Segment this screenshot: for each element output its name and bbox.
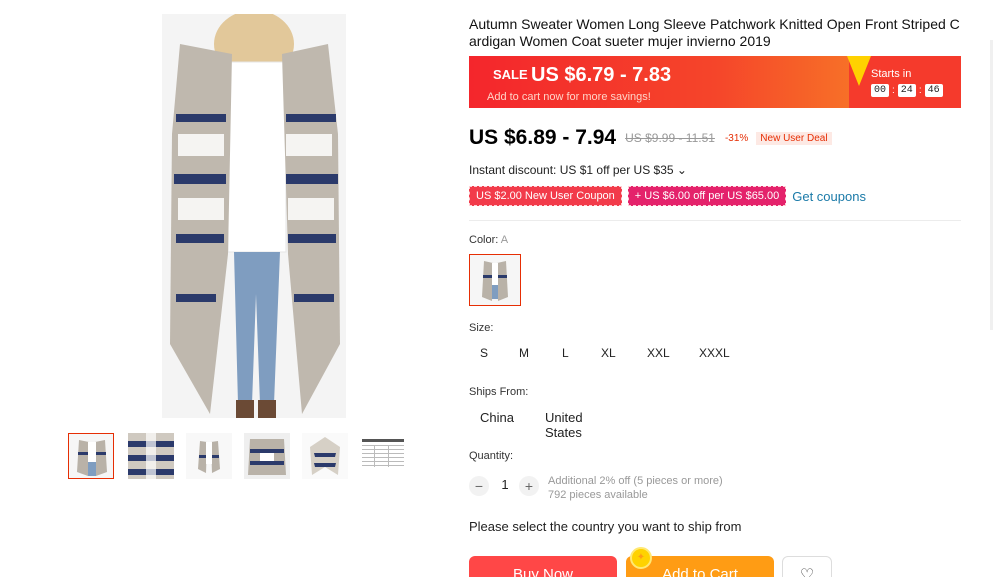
discount-percent: -31% xyxy=(724,132,749,144)
price-row: US $6.89 - 7.94 US $9.99 - 11.51 -31% Ne… xyxy=(469,124,832,152)
coin-badge-icon: ✦ xyxy=(630,547,652,569)
color-selected-value: A xyxy=(500,234,509,246)
size-option-xxl[interactable]: XXL xyxy=(647,346,670,360)
size-chart-thumb-icon xyxy=(360,433,406,479)
divider xyxy=(469,220,961,221)
countdown-timer: 00 : 24 : 46 xyxy=(871,84,943,97)
size-option-s[interactable]: S xyxy=(480,346,488,360)
get-coupons-link[interactable]: Get coupons xyxy=(792,189,866,204)
size-option-xxxl[interactable]: XXXL xyxy=(699,346,730,360)
size-option-m[interactable]: M xyxy=(519,346,529,360)
quantity-label: Quantity: xyxy=(469,450,514,462)
quantity-note: Additional 2% off (5 pieces or more) 792… xyxy=(548,474,723,502)
thumbnail[interactable] xyxy=(302,433,348,479)
original-price: US $9.99 - 11.51 xyxy=(625,131,715,145)
ships-from-united-states[interactable]: United States xyxy=(545,410,583,440)
timer-seconds: 46 xyxy=(924,84,943,97)
cardigan-model-photo-icon xyxy=(162,14,346,418)
color-label-text: Color: xyxy=(469,234,499,246)
product-page: Autumn Sweater Women Long Sleeve Patchwo… xyxy=(0,0,993,577)
quantity-increase-button[interactable]: + xyxy=(519,476,539,496)
cardigan-flat-thumb-icon xyxy=(302,433,348,479)
product-title: Autumn Sweater Women Long Sleeve Patchwo… xyxy=(469,16,960,49)
quantity-decrease-button[interactable]: − xyxy=(469,476,489,496)
size-option-l[interactable]: L xyxy=(562,346,569,360)
size-option-xl[interactable]: XL xyxy=(601,346,616,360)
main-product-image[interactable] xyxy=(162,14,346,418)
ships-from-china[interactable]: China xyxy=(480,410,514,425)
thumbnail[interactable] xyxy=(360,433,406,479)
store-coupon[interactable]: + US $6.00 off per US $65.00 xyxy=(627,186,787,206)
new-user-deal-badge: New User Deal xyxy=(756,131,832,145)
sale-label: SALE xyxy=(493,67,528,82)
sale-price: US $6.79 - 7.83 xyxy=(531,64,672,86)
cardigan-model-thumb-icon xyxy=(186,433,232,479)
buy-now-button[interactable]: Buy Now xyxy=(469,556,617,577)
sale-subtext: Add to cart now for more savings! xyxy=(487,91,651,103)
cardigan-front-thumb-icon xyxy=(69,434,113,478)
new-user-coupon[interactable]: US $2.00 New User Coupon xyxy=(469,186,622,206)
color-label: Color: A xyxy=(469,234,508,246)
thumbnail[interactable] xyxy=(128,433,174,479)
cardigan-detail-thumb-icon xyxy=(128,433,174,479)
timer-minutes: 24 xyxy=(897,84,916,97)
coupon-row: US $2.00 New User Coupon + US $6.00 off … xyxy=(469,186,866,206)
current-price: US $6.89 - 7.94 xyxy=(469,126,617,149)
size-label: Size: xyxy=(469,322,494,334)
color-option-a[interactable] xyxy=(469,254,521,306)
wishlist-button[interactable]: ♡ xyxy=(782,556,832,577)
sale-flag-icon xyxy=(847,56,871,86)
bulk-discount-note: Additional 2% off (5 pieces or more) xyxy=(548,475,723,487)
ship-country-message: Please select the country you want to sh… xyxy=(469,519,742,534)
thumbnail[interactable] xyxy=(244,433,290,479)
ships-from-label: Ships From: xyxy=(469,386,529,398)
instant-discount-dropdown[interactable]: Instant discount: US $1 off per US $35 ⌄ xyxy=(469,163,687,177)
stock-available: 792 pieces available xyxy=(548,489,648,501)
quantity-value[interactable]: 1 xyxy=(499,477,511,492)
sale-banner: SALE US $6.79 - 7.83 Add to cart now for… xyxy=(469,56,961,108)
timer-hours: 00 xyxy=(871,84,890,97)
cardigan-swatch-icon xyxy=(470,255,520,305)
thumbnail[interactable] xyxy=(186,433,232,479)
heart-icon: ♡ xyxy=(799,567,815,577)
thumbnail[interactable] xyxy=(68,433,114,479)
starts-in-label: Starts in xyxy=(871,68,912,80)
cardigan-back-thumb-icon xyxy=(244,433,290,479)
